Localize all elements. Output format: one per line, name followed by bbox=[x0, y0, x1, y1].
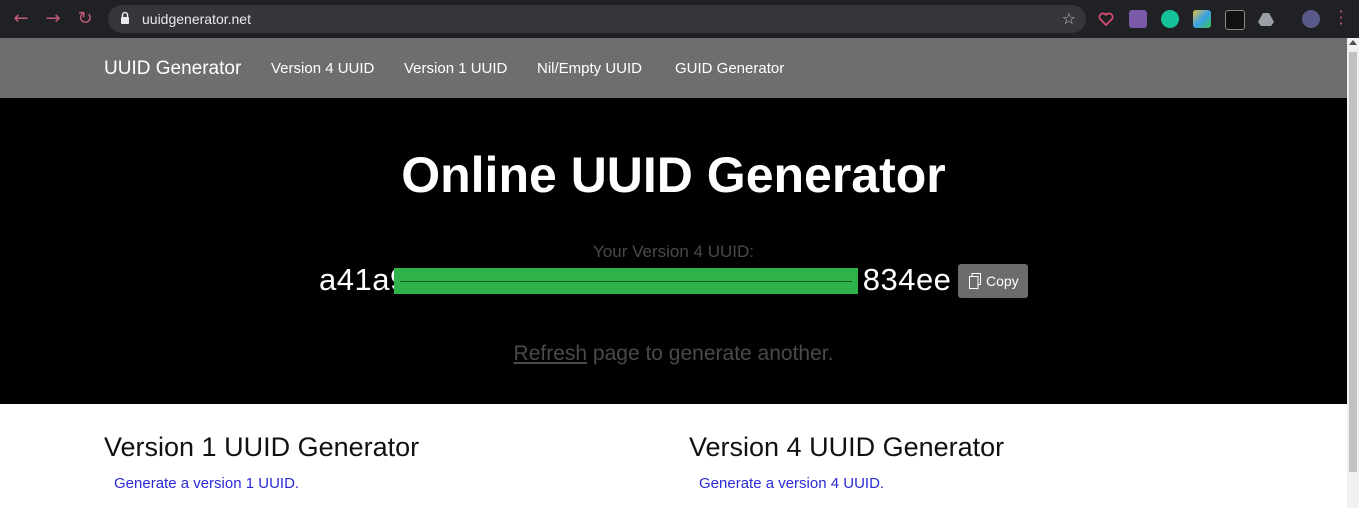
address-bar[interactable]: uuidgenerator.net ☆ bbox=[108, 5, 1086, 33]
copy-label: Copy bbox=[986, 273, 1019, 289]
version-4-heading: Version 4 UUID Generator bbox=[689, 432, 1005, 462]
lock-icon bbox=[121, 11, 129, 24]
uuid-value-end: 834ee bbox=[862, 262, 952, 297]
version-1-heading: Version 1 UUID Generator bbox=[104, 432, 420, 462]
nav-link-guid[interactable]: GUID Generator bbox=[675, 60, 784, 77]
nav-link-version-4[interactable]: Version 4 UUID bbox=[271, 60, 374, 77]
version-4-link[interactable]: Generate a version 4 UUID. bbox=[699, 475, 884, 492]
scroll-up-arrow-icon[interactable] bbox=[1349, 40, 1357, 45]
color-extension-icon[interactable] bbox=[1193, 10, 1211, 28]
nav-link-nil-uuid[interactable]: Nil/Empty UUID bbox=[537, 60, 642, 77]
grammarly-extension-icon[interactable] bbox=[1161, 10, 1179, 28]
profile-avatar[interactable] bbox=[1302, 10, 1320, 28]
heart-extension-icon[interactable] bbox=[1097, 10, 1115, 28]
brand-link[interactable]: UUID Generator bbox=[104, 58, 241, 80]
copy-button[interactable]: Copy bbox=[958, 264, 1028, 298]
menu-dots-icon[interactable]: · · · bbox=[1336, 4, 1346, 32]
url-text: uuidgenerator.net bbox=[142, 11, 251, 27]
nav-link-version-1[interactable]: Version 1 UUID bbox=[404, 60, 507, 77]
hero-section: Online UUID Generator Your Version 4 UUI… bbox=[0, 98, 1347, 404]
refresh-message: Refresh page to generate another. bbox=[0, 342, 1347, 366]
page-title: Online UUID Generator bbox=[401, 147, 946, 203]
forward-arrow-icon[interactable]: → bbox=[42, 8, 64, 30]
site-navbar: UUID Generator Version 4 UUID Version 1 … bbox=[0, 38, 1347, 98]
refresh-text: page to generate another. bbox=[587, 342, 834, 365]
pdf-extension-icon[interactable] bbox=[1129, 10, 1147, 28]
reload-icon[interactable]: ↻ bbox=[74, 8, 96, 30]
back-arrow-icon[interactable]: ← bbox=[10, 8, 32, 30]
page-scrollbar[interactable] bbox=[1347, 38, 1359, 508]
star-icon[interactable]: ☆ bbox=[1062, 9, 1076, 28]
scroll-thumb[interactable] bbox=[1349, 52, 1357, 472]
uuid-label: Your Version 4 UUID: bbox=[593, 242, 754, 261]
cube-extension-icon[interactable] bbox=[1225, 10, 1245, 30]
copy-icon bbox=[969, 273, 981, 289]
refresh-link[interactable]: Refresh bbox=[514, 342, 588, 365]
drive-extension-icon[interactable] bbox=[1257, 10, 1275, 28]
browser-toolbar: ← → ↻ uuidgenerator.net ☆ · · · bbox=[0, 0, 1359, 38]
version-1-link[interactable]: Generate a version 1 UUID. bbox=[114, 475, 299, 492]
redaction-scribble bbox=[400, 281, 852, 282]
